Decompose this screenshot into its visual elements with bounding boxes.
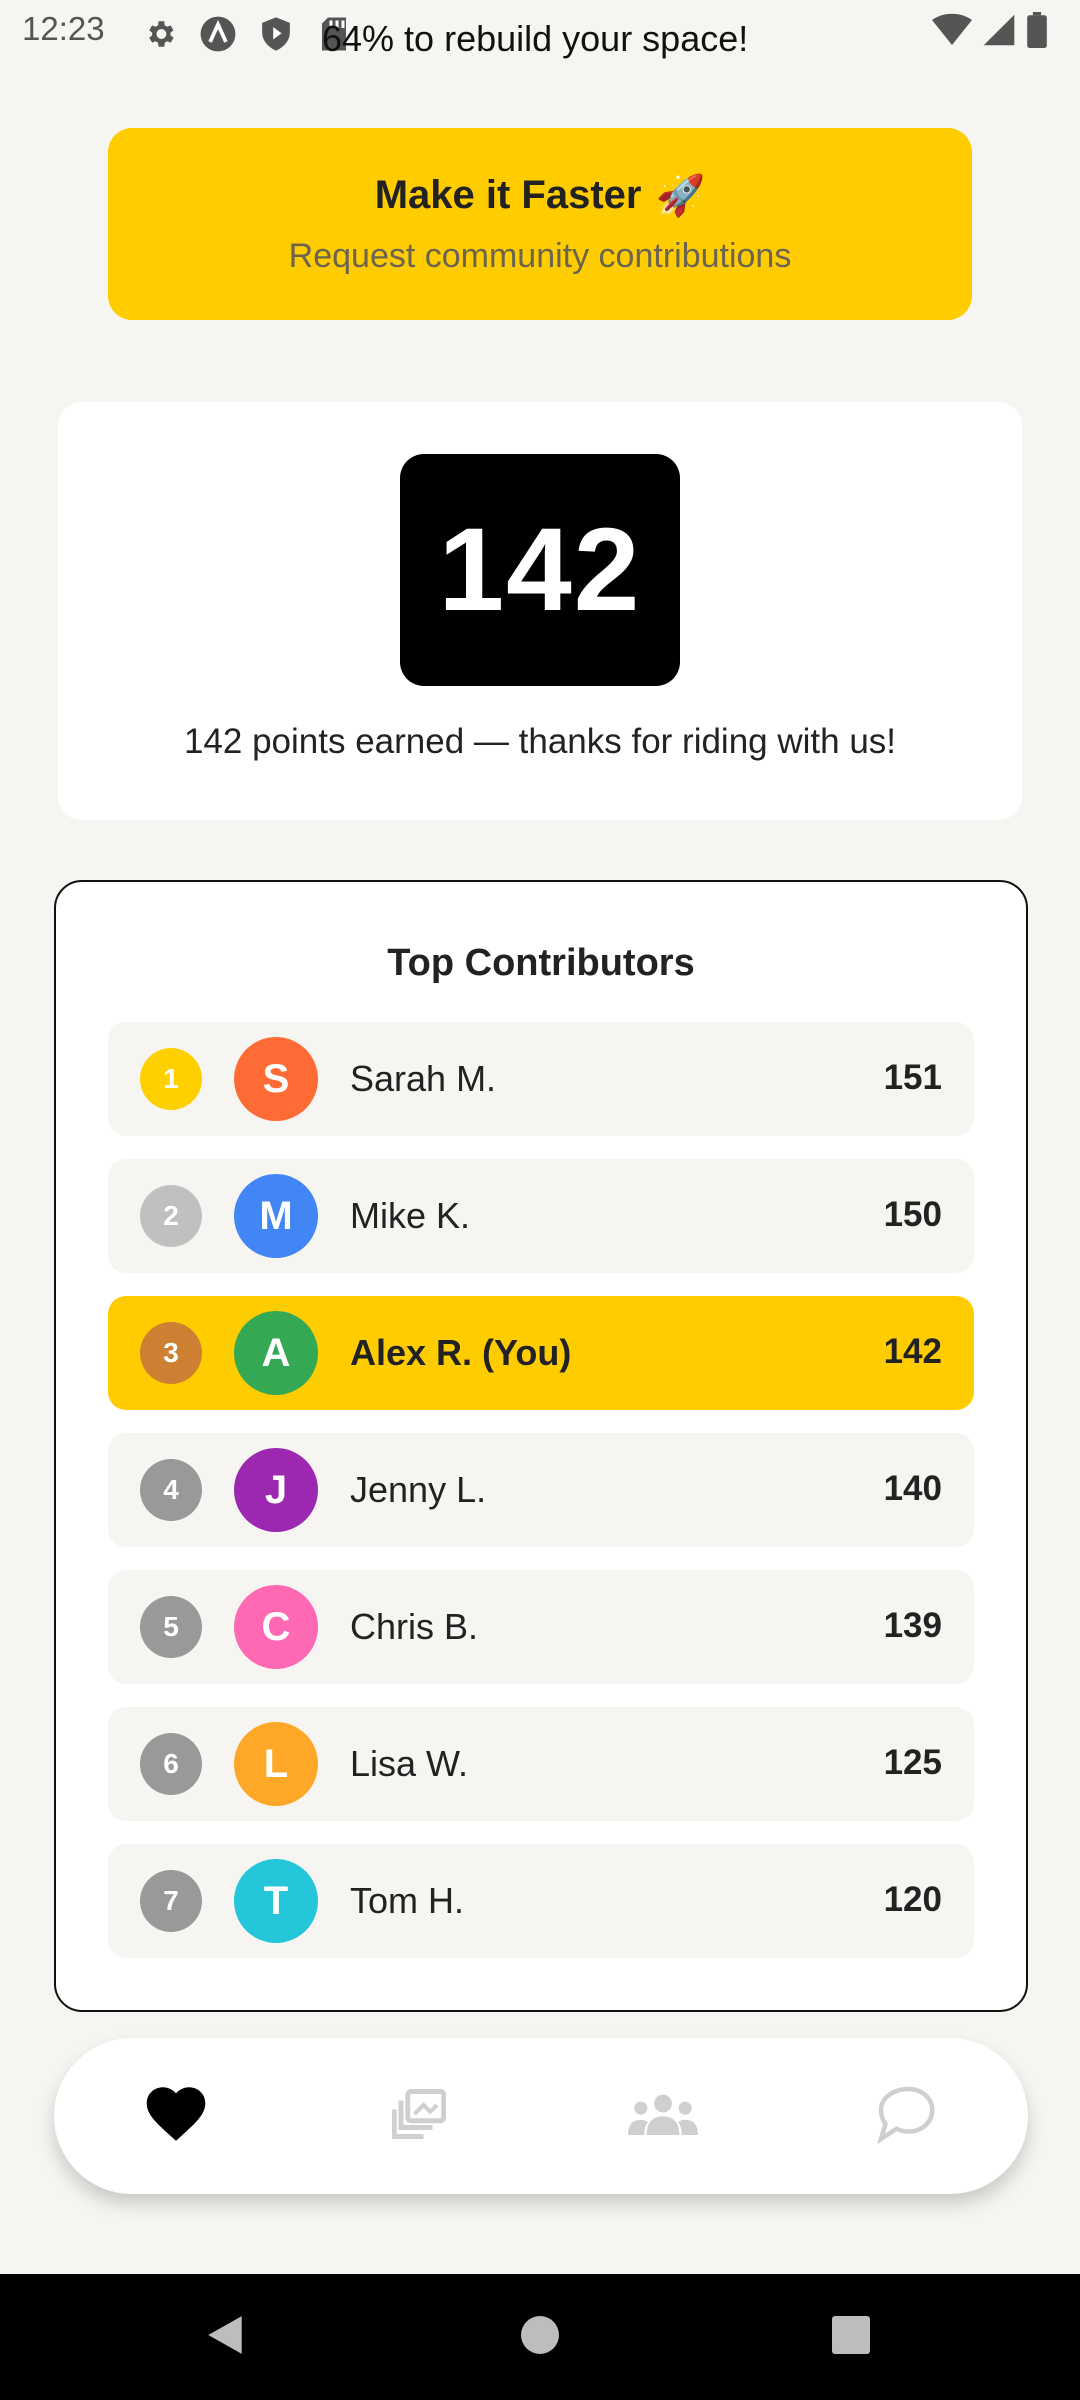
avatar: S (234, 1037, 318, 1121)
system-nav-bar (0, 2274, 1080, 2400)
avatar: L (234, 1722, 318, 1806)
rank-badge: 6 (140, 1733, 202, 1795)
gallery-icon (392, 2088, 447, 2144)
tab-gallery[interactable] (359, 2056, 479, 2176)
contributor-points: 125 (883, 1743, 942, 1782)
avatar: A (234, 1311, 318, 1395)
nav-back-button[interactable] (192, 2304, 258, 2370)
signal-icon (982, 13, 1016, 47)
a-logo-icon (198, 14, 238, 54)
contributor-points: 150 (883, 1195, 942, 1234)
contributor-points: 139 (883, 1606, 942, 1645)
contributors-list: 1 S Sarah M. 151 2 M Mike K. 150 3 A Ale… (108, 1022, 974, 1981)
home-icon (520, 2315, 560, 2360)
contributor-name: Lisa W. (350, 1743, 469, 1784)
contributor-points: 151 (883, 1058, 942, 1097)
make-it-faster-title: Make it Faster (374, 173, 642, 217)
contributor-row[interactable]: 5 C Chris B. 139 (108, 1570, 974, 1684)
points-caption: 142 points earned — thanks for riding wi… (183, 722, 897, 761)
battery-icon (1026, 12, 1048, 48)
rocket-icon: 🚀 (655, 174, 706, 218)
contributor-points: 120 (883, 1880, 942, 1919)
make-it-faster-title-row: Make it Faster 🚀 (375, 172, 706, 219)
make-it-faster-subtitle: Request community contributions (288, 237, 792, 275)
rank-badge: 1 (140, 1048, 202, 1110)
contributor-points: 142 (883, 1332, 942, 1371)
avatar: C (234, 1585, 318, 1669)
shield-play-icon (256, 14, 296, 54)
rank-badge: 5 (140, 1596, 202, 1658)
tab-chat[interactable] (846, 2056, 966, 2176)
points-card: 142 142 points earned — thanks for ridin… (58, 402, 1022, 820)
make-it-faster-button[interactable]: Make it Faster 🚀 Request community contr… (108, 128, 972, 320)
avatar: T (234, 1859, 318, 1943)
contributor-row[interactable]: 4 J Jenny L. 140 (108, 1433, 974, 1547)
bottom-tab-bar (54, 2038, 1028, 2194)
nav-recents-button[interactable] (818, 2304, 884, 2370)
contributor-points: 140 (883, 1469, 942, 1508)
contributor-row[interactable]: 7 T Tom H. 120 (108, 1844, 974, 1958)
gear-icon (140, 14, 180, 54)
contributor-row[interactable]: 6 L Lisa W. 125 (108, 1707, 974, 1821)
wifi-icon (932, 13, 972, 47)
points-total: 142 (400, 454, 680, 686)
nav-home-button[interactable] (507, 2304, 573, 2370)
top-contributors-card: Top Contributors 1 S Sarah M. 151 2 M Mi… (54, 880, 1028, 2012)
top-contributors-title: Top Contributors (387, 942, 695, 984)
contributor-name: Mike K. (350, 1195, 471, 1236)
contributor-row[interactable]: 1 S Sarah M. 151 (108, 1022, 974, 1136)
tab-favorites[interactable] (116, 2056, 236, 2176)
rank-badge: 4 (140, 1459, 202, 1521)
contributor-row[interactable]: 2 M Mike K. 150 (108, 1159, 974, 1273)
status-bar: 12:23 64% to rebuild your space! (0, 0, 1080, 70)
back-icon (204, 2312, 246, 2363)
rank-badge: 2 (140, 1185, 202, 1247)
status-icons-right (932, 12, 1048, 48)
avatar: M (234, 1174, 318, 1258)
group-icon (627, 2092, 698, 2141)
rank-badge: 3 (140, 1322, 202, 1384)
contributor-name: Chris B. (350, 1606, 479, 1647)
rank-badge: 7 (140, 1870, 202, 1932)
contributor-row-current-user[interactable]: 3 A Alex R. (You) 142 (108, 1296, 974, 1410)
status-time: 12:23 (22, 10, 105, 47)
status-banner-text: 64% to rebuild your space! (322, 18, 749, 59)
avatar: J (234, 1448, 318, 1532)
contributor-name: Alex R. (You) (350, 1332, 572, 1373)
contributor-name: Jenny L. (350, 1469, 487, 1510)
tab-community[interactable] (603, 2056, 723, 2176)
recents-icon (831, 2315, 871, 2360)
chat-icon (875, 2084, 937, 2149)
contributor-name: Tom H. (350, 1880, 465, 1921)
heart-icon (145, 2086, 207, 2147)
contributor-name: Sarah M. (350, 1058, 497, 1099)
